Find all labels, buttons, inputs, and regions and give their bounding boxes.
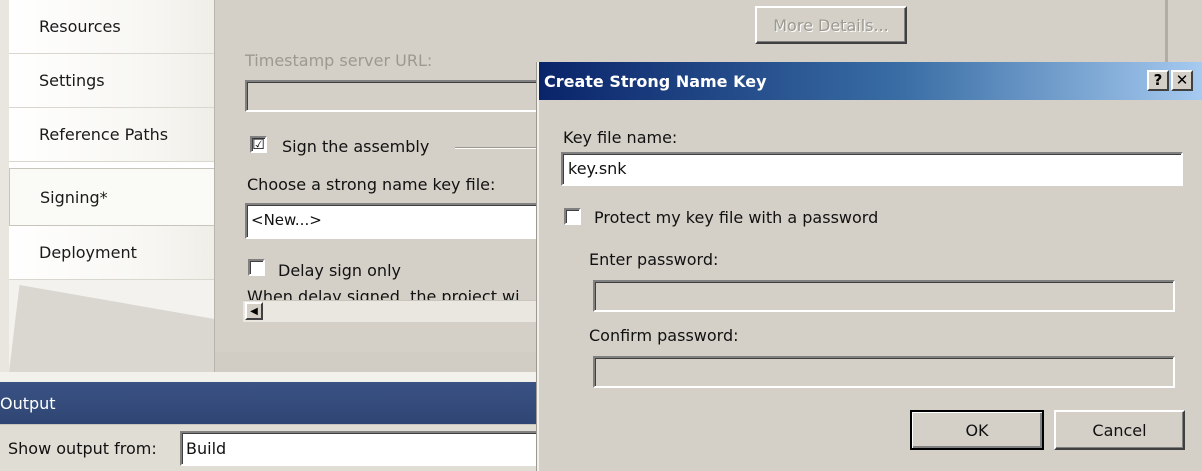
sign-assembly-checkbox[interactable]: ☑	[250, 136, 267, 153]
protect-password-checkbox[interactable]	[564, 208, 581, 225]
project-properties-window: Resources Settings Reference Paths Signi…	[0, 0, 1202, 471]
sign-assembly-label: Sign the assembly	[282, 137, 430, 156]
nav-tab-label: Deployment	[39, 243, 137, 262]
nav-tab-reference-paths[interactable]: Reference Paths	[9, 108, 214, 162]
show-output-from-label: Show output from:	[8, 439, 157, 458]
output-source-select[interactable]: Build	[180, 431, 543, 466]
nav-tab-label: Reference Paths	[39, 125, 169, 144]
key-file-combobox[interactable]: <New...>	[245, 203, 555, 239]
splitter[interactable]	[0, 372, 545, 382]
property-nav: Resources Settings Reference Paths Signi…	[9, 0, 220, 372]
confirm-password-input[interactable]	[593, 356, 1175, 388]
timestamp-url-input[interactable]	[245, 80, 555, 112]
delay-sign-note-clip: When delay signed, the project wi	[247, 290, 545, 300]
page-footer	[215, 352, 545, 372]
nav-tab-label: Signing*	[40, 187, 108, 207]
delay-sign-label: Delay sign only	[278, 261, 401, 280]
page-right-edge	[1165, 0, 1168, 62]
output-title-bar: Output	[0, 382, 545, 424]
key-file-name-input[interactable]: key.snk	[561, 152, 1183, 186]
dialog-title: Create Strong Name Key	[544, 71, 767, 91]
key-file-name-label: Key file name:	[563, 128, 678, 147]
create-strong-name-key-dialog: Create Strong Name Key ? ✕ Key file name…	[537, 62, 1202, 471]
enter-password-input[interactable]	[593, 280, 1175, 312]
scroll-left-icon[interactable]: ◀	[245, 302, 263, 320]
nav-tab-signing[interactable]: Signing*	[9, 168, 220, 226]
dialog-title-bar: Create Strong Name Key	[539, 62, 1202, 100]
more-details-button[interactable]: More Details...	[755, 6, 907, 44]
delay-sign-note: When delay signed, the project wi	[247, 290, 520, 300]
output-title: Output	[0, 393, 56, 413]
nav-tab-deployment[interactable]: Deployment	[9, 226, 214, 280]
cancel-button[interactable]: Cancel	[1054, 410, 1185, 450]
close-icon[interactable]: ✕	[1171, 70, 1193, 91]
enter-password-label: Enter password:	[589, 250, 719, 269]
help-icon[interactable]: ?	[1147, 70, 1169, 91]
nav-tab-resources[interactable]: Resources	[9, 0, 214, 54]
nav-tab-label: Settings	[39, 71, 105, 90]
timestamp-label: Timestamp server URL:	[245, 51, 433, 70]
choose-key-label: Choose a strong name key file:	[247, 175, 496, 194]
nav-tab-label: Resources	[39, 17, 121, 36]
signing-page: Timestamp server URL: ☑ Sign the assembl…	[214, 0, 555, 372]
ok-button[interactable]: OK	[910, 410, 1044, 450]
nav-tab-settings[interactable]: Settings	[9, 54, 214, 108]
delay-sign-checkbox[interactable]	[248, 259, 265, 276]
protect-password-label: Protect my key file with a password	[594, 208, 879, 227]
output-toolbar: Show output from: Build	[0, 424, 545, 471]
confirm-password-label: Confirm password:	[589, 326, 739, 345]
left-border	[0, 0, 9, 372]
horizontal-scrollbar[interactable]: ◀	[243, 300, 555, 322]
